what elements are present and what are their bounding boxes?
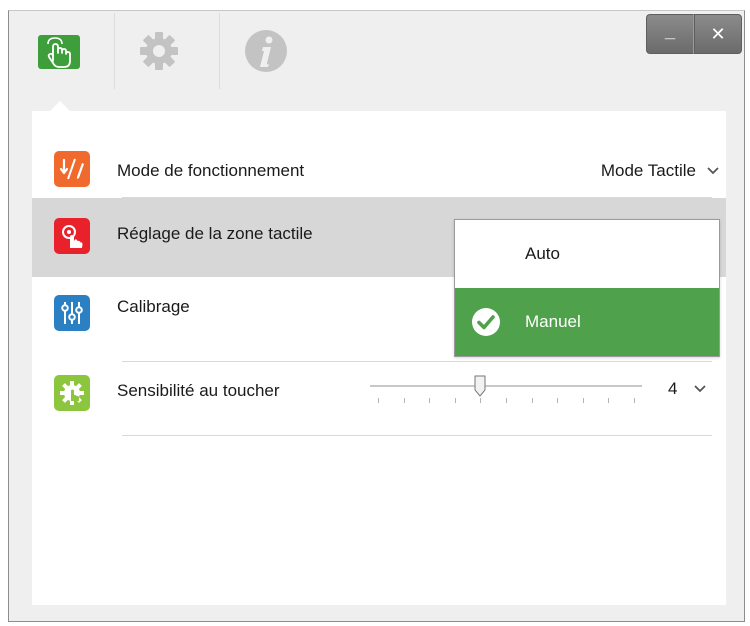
touch-settings-panel: Mode de fonctionnement Mode Tactile Régl… bbox=[32, 111, 726, 605]
slider-tick bbox=[429, 398, 430, 403]
chevron-down-icon bbox=[707, 167, 719, 175]
slider-tick bbox=[480, 398, 481, 403]
slider-tick bbox=[404, 398, 405, 403]
tab-touch[interactable] bbox=[27, 11, 91, 91]
slider-track bbox=[370, 385, 642, 387]
gear-icon bbox=[140, 32, 178, 70]
calibration-label: Calibrage bbox=[117, 297, 190, 316]
slider-ticks bbox=[370, 398, 642, 404]
slider-tick bbox=[532, 398, 533, 403]
slider-tick bbox=[608, 398, 609, 403]
minimize-button[interactable]: _ bbox=[646, 14, 694, 54]
slider-tick bbox=[557, 398, 558, 403]
chevron-down-icon bbox=[694, 385, 707, 393]
gear-hand-icon bbox=[54, 375, 90, 411]
touch-hand-icon bbox=[38, 35, 80, 69]
sensitivity-select[interactable]: 4 bbox=[668, 379, 713, 399]
mode-value: Mode Tactile bbox=[600, 161, 696, 180]
settings-window: _ ✕ Mode de fonctionnement Mode Tactile bbox=[8, 10, 745, 622]
close-icon: ✕ bbox=[710, 23, 726, 44]
zone-dropdown-menu: Auto Manuel bbox=[454, 219, 720, 357]
tab-bar: _ ✕ bbox=[9, 11, 744, 111]
sensitivity-row: Sensibilité au toucher 4 bbox=[32, 353, 726, 419]
slider-tick bbox=[506, 398, 507, 403]
hand-pen-icon bbox=[54, 151, 90, 187]
window-controls: _ ✕ bbox=[646, 14, 742, 54]
mode-select[interactable]: Mode Tactile bbox=[601, 161, 726, 181]
slider-thumb[interactable] bbox=[474, 375, 486, 397]
close-button[interactable]: ✕ bbox=[694, 14, 742, 54]
mode-label: Mode de fonctionnement bbox=[117, 161, 305, 180]
tab-separator bbox=[219, 13, 220, 89]
active-tab-pointer bbox=[50, 101, 70, 111]
touch-zone-icon bbox=[54, 218, 90, 254]
slider-tick bbox=[455, 398, 456, 403]
tab-separator bbox=[114, 13, 115, 89]
tab-settings[interactable] bbox=[127, 11, 191, 91]
sliders-icon bbox=[54, 295, 90, 331]
option-label: Manuel bbox=[525, 312, 581, 331]
mode-row[interactable]: Mode de fonctionnement Mode Tactile bbox=[32, 137, 726, 203]
slider-tick bbox=[583, 398, 584, 403]
sensitivity-slider[interactable] bbox=[370, 373, 642, 407]
slider-tick bbox=[634, 398, 635, 403]
slider-tick bbox=[378, 398, 379, 403]
dropdown-option-manuel[interactable]: Manuel bbox=[455, 288, 719, 356]
sensitivity-label: Sensibilité au toucher bbox=[117, 381, 280, 400]
zone-label: Réglage de la zone tactile bbox=[117, 224, 313, 243]
minimize-icon: _ bbox=[664, 20, 675, 41]
divider bbox=[122, 435, 712, 436]
info-icon bbox=[245, 30, 287, 72]
sensitivity-value: 4 bbox=[668, 379, 678, 398]
option-label: Auto bbox=[525, 244, 560, 263]
tab-info[interactable] bbox=[234, 11, 298, 91]
check-circle-icon bbox=[472, 308, 500, 336]
dropdown-option-auto[interactable]: Auto bbox=[455, 220, 719, 288]
